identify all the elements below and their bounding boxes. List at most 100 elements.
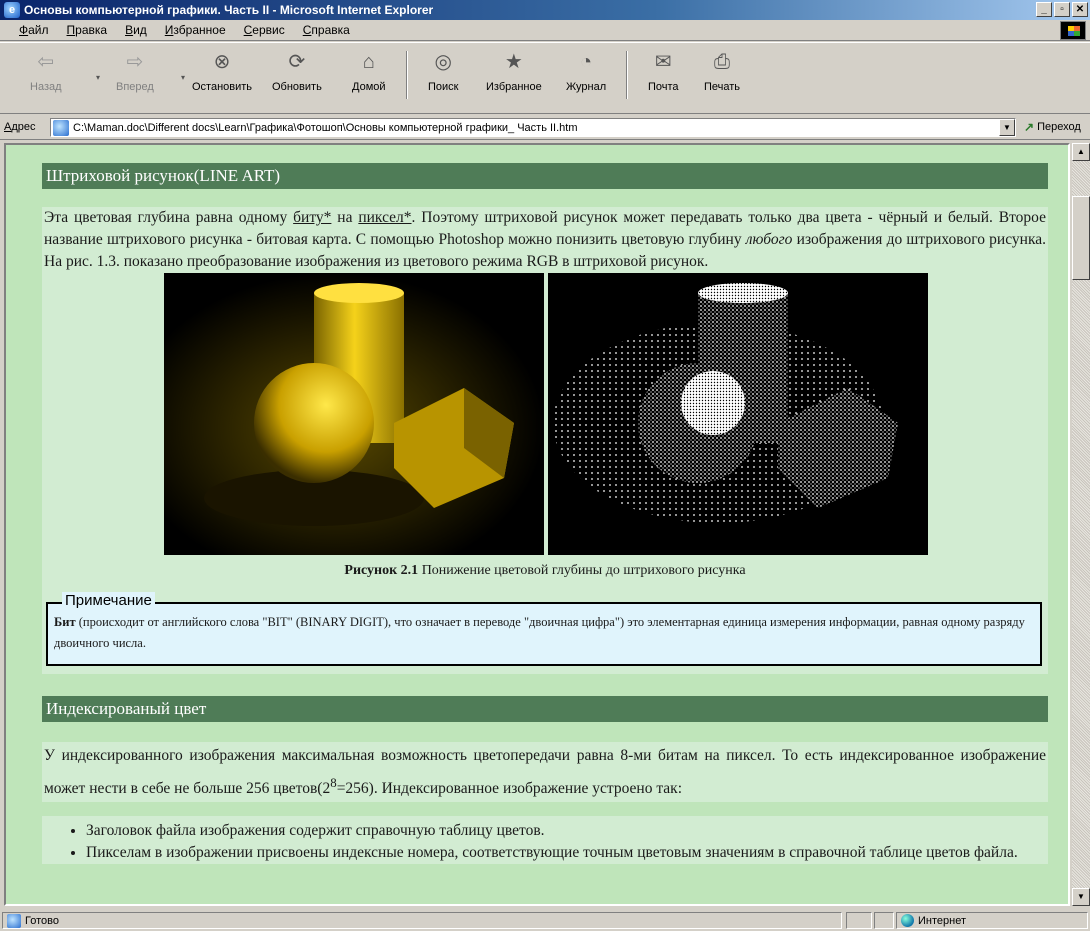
refresh-button[interactable]: ⟳ Обновить bbox=[272, 49, 322, 103]
window-controls: _ ▫ ✕ bbox=[1036, 2, 1088, 17]
menu-edit[interactable]: Правка bbox=[58, 23, 117, 37]
indexed-color-list: Заголовок файла изображения содержит спр… bbox=[42, 816, 1048, 865]
stop-label: Остановить bbox=[192, 81, 253, 93]
forward-button[interactable]: ⇨ Вперед bbox=[116, 49, 154, 103]
refresh-icon: ⟳ bbox=[288, 51, 306, 73]
status-bar: Готово Интернет bbox=[0, 910, 1090, 931]
status-text-cell: Готово bbox=[2, 912, 842, 929]
go-arrow-icon: ↗ bbox=[1024, 120, 1035, 134]
paragraph-text: Эта цветовая глубина равна одному bbox=[44, 209, 294, 226]
go-button[interactable]: ↗ Переход bbox=[1024, 120, 1081, 134]
forward-dropdown-icon[interactable]: ▾ bbox=[181, 73, 185, 82]
print-button[interactable]: ⎙ Печать bbox=[704, 49, 740, 103]
history-icon: ◔ bbox=[580, 51, 593, 73]
note-definition: (происходит от английского слова "BIT" (… bbox=[54, 615, 1025, 650]
browser-window: e Основы компьютерной графики. Часть II … bbox=[0, 0, 1090, 931]
stop-button[interactable]: ⊗ Остановить bbox=[192, 49, 252, 103]
page-done-icon bbox=[7, 913, 21, 928]
paragraph-emphasis: любого bbox=[745, 231, 793, 248]
vertical-scrollbar[interactable]: ▲ ▼ bbox=[1072, 143, 1090, 906]
menu-help[interactable]: Справка bbox=[294, 23, 359, 37]
caption-number: Рисунок 2.1 bbox=[344, 563, 419, 578]
list-item: Заголовок файла изображения содержит спр… bbox=[86, 820, 1048, 842]
menu-bar: Файл Правка Вид Избранное Сервис Справка bbox=[0, 20, 1090, 41]
line-art-image bbox=[548, 273, 928, 555]
search-icon: ◎ bbox=[434, 51, 452, 73]
pixel-link[interactable]: пиксел* bbox=[358, 209, 411, 226]
back-dropdown-icon[interactable]: ▾ bbox=[96, 73, 100, 82]
stop-icon: ⊗ bbox=[213, 51, 231, 73]
zone-cell: Интернет bbox=[896, 912, 1088, 929]
favorites-button[interactable]: ★ Избранное bbox=[486, 49, 542, 103]
list-item: Пикселам в изображении присвоены индексн… bbox=[86, 842, 1048, 864]
window-title: Основы компьютерной графики. Часть II - … bbox=[24, 3, 434, 17]
history-button[interactable]: ◔ Журнал bbox=[566, 49, 606, 103]
back-label: Назад bbox=[30, 81, 62, 93]
refresh-label: Обновить bbox=[272, 81, 322, 93]
ie-icon: e bbox=[4, 2, 20, 18]
zone-text: Интернет bbox=[918, 914, 966, 927]
favorites-label: Избранное bbox=[486, 81, 542, 93]
scroll-down-icon[interactable]: ▼ bbox=[1072, 888, 1090, 906]
status-text: Готово bbox=[25, 914, 59, 927]
forward-label: Вперед bbox=[116, 81, 154, 93]
back-button[interactable]: ⇦ Назад bbox=[30, 49, 62, 103]
page-content: Штриховой рисунок(LINE ART) Эта цветовая… bbox=[42, 163, 1048, 865]
toolbar-separator bbox=[406, 51, 408, 99]
note-container: Примечание Бит (происходит от английског… bbox=[42, 588, 1048, 674]
mail-icon: ✉ bbox=[654, 51, 672, 73]
paragraph-text: на bbox=[331, 209, 359, 226]
status-cell bbox=[846, 912, 872, 929]
note-box: Примечание Бит (происходит от английског… bbox=[46, 592, 1042, 666]
address-dropdown-icon[interactable]: ▼ bbox=[999, 119, 1015, 136]
address-url: C:\Maman.doc\Different docs\Learn\График… bbox=[73, 121, 578, 134]
windows-logo-icon bbox=[1060, 21, 1086, 40]
menu-tools[interactable]: Сервис bbox=[235, 23, 294, 37]
line-art-paragraph: Эта цветовая глубина равна одному биту* … bbox=[42, 207, 1048, 273]
page-icon bbox=[53, 119, 69, 136]
back-arrow-icon: ⇦ bbox=[37, 51, 55, 73]
menu-view[interactable]: Вид bbox=[116, 23, 156, 37]
restore-button[interactable]: ▫ bbox=[1054, 2, 1070, 17]
section-heading-indexed-color: Индексированый цвет bbox=[42, 696, 1048, 722]
address-label: Адрес bbox=[4, 121, 36, 133]
favorites-icon: ★ bbox=[504, 51, 523, 73]
home-button[interactable]: ⌂ Домой bbox=[352, 49, 386, 103]
go-label: Переход bbox=[1037, 121, 1081, 133]
close-button[interactable]: ✕ bbox=[1072, 2, 1088, 17]
scroll-up-icon[interactable]: ▲ bbox=[1072, 143, 1090, 161]
note-label: Примечание bbox=[62, 592, 155, 609]
menu-favorites[interactable]: Избранное bbox=[156, 23, 235, 37]
print-icon: ⎙ bbox=[714, 51, 731, 73]
bit-link[interactable]: биту* bbox=[293, 209, 331, 226]
forward-arrow-icon: ⇨ bbox=[126, 51, 144, 73]
menu-file[interactable]: Файл bbox=[10, 23, 58, 37]
home-icon: ⌂ bbox=[362, 51, 375, 73]
mail-label: Почта bbox=[648, 81, 679, 93]
toolbar-separator bbox=[626, 51, 628, 99]
section-heading-line-art: Штриховой рисунок(LINE ART) bbox=[42, 163, 1048, 189]
minimize-button[interactable]: _ bbox=[1036, 2, 1052, 17]
home-label: Домой bbox=[352, 81, 386, 93]
note-text: Бит (происходит от английского слова "BI… bbox=[54, 612, 1034, 654]
indexed-color-paragraph: У индексированного изображения максималь… bbox=[42, 742, 1048, 803]
mail-button[interactable]: ✉ Почта bbox=[648, 49, 679, 103]
page-viewport: Штриховой рисунок(LINE ART) Эта цветовая… bbox=[4, 143, 1070, 906]
print-label: Печать bbox=[704, 81, 741, 93]
history-label: Журнал bbox=[566, 81, 607, 93]
status-cell bbox=[874, 912, 894, 929]
figure-caption: Рисунок 2.1 Понижение цветовой глубины д… bbox=[42, 563, 1048, 579]
paragraph-text: =256). Индексированное изображение устро… bbox=[336, 780, 683, 798]
address-input[interactable]: C:\Maman.doc\Different docs\Learn\График… bbox=[50, 118, 1016, 137]
internet-zone-icon bbox=[901, 914, 914, 927]
toolbar: ⇦ Назад ▾ ⇨ Вперед ▾ ⊗ Остановить ⟳ Обно… bbox=[0, 42, 1090, 114]
title-bar: e Основы компьютерной графики. Часть II … bbox=[0, 0, 1090, 20]
caption-text: Понижение цветовой глубины до штрихового… bbox=[418, 563, 746, 578]
figure: Рисунок 2.1 Понижение цветовой глубины д… bbox=[42, 273, 1048, 616]
scroll-thumb[interactable] bbox=[1072, 196, 1090, 280]
address-bar: Адрес C:\Maman.doc\Different docs\Learn\… bbox=[0, 115, 1090, 140]
color-render-image bbox=[164, 273, 544, 555]
search-label: Поиск bbox=[428, 81, 459, 93]
note-term: Бит bbox=[54, 615, 76, 629]
search-button[interactable]: ◎ Поиск bbox=[428, 49, 458, 103]
